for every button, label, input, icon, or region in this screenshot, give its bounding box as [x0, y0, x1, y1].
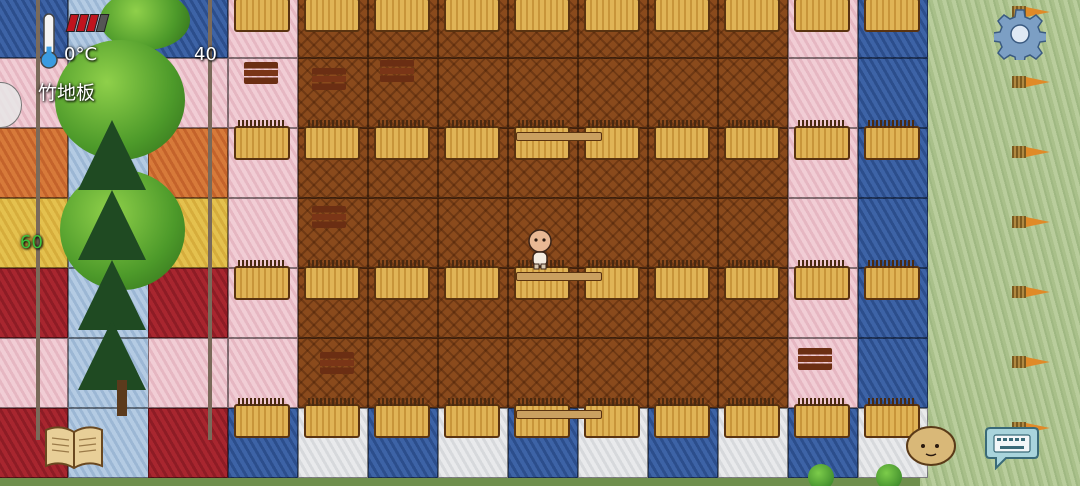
storage-crate[interactable]: [444, 398, 500, 438]
brick-pile[interactable]: [312, 68, 346, 90]
brick-pile[interactable]: [798, 348, 832, 370]
bush[interactable]: [876, 464, 902, 486]
floor-tile[interactable]: [788, 58, 858, 128]
storage-crate[interactable]: [654, 0, 710, 32]
fps-counter: 60: [20, 232, 43, 253]
floor-tile[interactable]: [0, 128, 68, 198]
floor-tile[interactable]: [368, 198, 438, 268]
brick-pile[interactable]: [380, 60, 414, 82]
storage-crate[interactable]: [234, 120, 290, 160]
tree-trunk: [117, 380, 127, 416]
storage-crate[interactable]: [304, 398, 360, 438]
carrot-crop[interactable]: [1012, 74, 1050, 90]
storage-crate[interactable]: [584, 0, 640, 32]
storage-crate[interactable]: [794, 260, 850, 300]
pine-tree: [78, 120, 146, 190]
floor-tile[interactable]: [788, 198, 858, 268]
carrot-crop[interactable]: [1012, 284, 1050, 300]
floor-tile[interactable]: [858, 198, 928, 268]
bush[interactable]: [808, 464, 834, 486]
floor-tile[interactable]: [148, 268, 228, 338]
brick-pile[interactable]: [244, 62, 278, 84]
grass-field: [920, 0, 1080, 486]
pine-tree: [78, 190, 146, 260]
thermometer-icon: [38, 12, 60, 70]
floor-tile[interactable]: [148, 338, 228, 408]
floor-tile[interactable]: [718, 198, 788, 268]
storage-crate[interactable]: [374, 398, 430, 438]
floor-tile[interactable]: [648, 198, 718, 268]
health-bars: [65, 14, 110, 32]
potato-icon[interactable]: [904, 422, 958, 468]
storage-crate[interactable]: [444, 120, 500, 160]
storage-crate[interactable]: [304, 120, 360, 160]
temperature-readout: 0°C: [64, 44, 98, 65]
floor-tile[interactable]: [0, 338, 68, 408]
storage-crate[interactable]: [724, 260, 780, 300]
floor-tile[interactable]: [718, 58, 788, 128]
storage-crate[interactable]: [304, 260, 360, 300]
open-book-icon[interactable]: [42, 424, 106, 470]
floor-tile[interactable]: [578, 58, 648, 128]
floor-tile[interactable]: [508, 58, 578, 128]
storage-crate[interactable]: [514, 0, 570, 32]
storage-crate[interactable]: [234, 0, 290, 32]
carrot-crop[interactable]: [1012, 354, 1050, 370]
player-character[interactable]: [524, 228, 556, 270]
game-world[interactable]: [0, 0, 1080, 486]
selected-item-label: 竹地板: [38, 82, 96, 104]
floor-tile[interactable]: [438, 58, 508, 128]
storage-crate[interactable]: [374, 260, 430, 300]
storage-crate[interactable]: [304, 0, 360, 32]
floor-tile[interactable]: [148, 408, 228, 478]
storage-crate[interactable]: [724, 398, 780, 438]
wooden-plank[interactable]: [516, 410, 602, 419]
storage-crate[interactable]: [654, 260, 710, 300]
wooden-plank[interactable]: [516, 132, 602, 141]
storage-crate[interactable]: [374, 120, 430, 160]
keyboard-chat-icon[interactable]: [984, 424, 1040, 471]
storage-crate[interactable]: [374, 0, 430, 32]
storage-crate[interactable]: [794, 120, 850, 160]
floor-tile[interactable]: [648, 58, 718, 128]
storage-crate[interactable]: [794, 0, 850, 32]
storage-crate[interactable]: [234, 260, 290, 300]
storage-crate[interactable]: [794, 398, 850, 438]
carrot-crop[interactable]: [1012, 214, 1050, 230]
storage-crate[interactable]: [724, 120, 780, 160]
brick-pile[interactable]: [320, 352, 354, 374]
storage-crate[interactable]: [654, 120, 710, 160]
floor-tile[interactable]: [228, 198, 298, 268]
storage-crate[interactable]: [654, 398, 710, 438]
floor-tile[interactable]: [0, 268, 68, 338]
storage-crate[interactable]: [234, 398, 290, 438]
storage-crate[interactable]: [444, 260, 500, 300]
storage-crate[interactable]: [724, 0, 780, 32]
storage-crate[interactable]: [864, 0, 920, 32]
counter-value: 40: [194, 44, 217, 65]
floor-tile[interactable]: [438, 198, 508, 268]
rail-right: [208, 0, 212, 440]
pine-tree: [78, 320, 146, 390]
floor-tile[interactable]: [578, 198, 648, 268]
carrot-crop[interactable]: [1012, 144, 1050, 160]
floor-tile[interactable]: [858, 58, 928, 128]
storage-crate[interactable]: [864, 120, 920, 160]
gear-icon[interactable]: [992, 8, 1048, 65]
brick-pile[interactable]: [312, 206, 346, 228]
storage-crate[interactable]: [444, 0, 500, 32]
storage-crate[interactable]: [864, 260, 920, 300]
wooden-plank[interactable]: [516, 272, 602, 281]
